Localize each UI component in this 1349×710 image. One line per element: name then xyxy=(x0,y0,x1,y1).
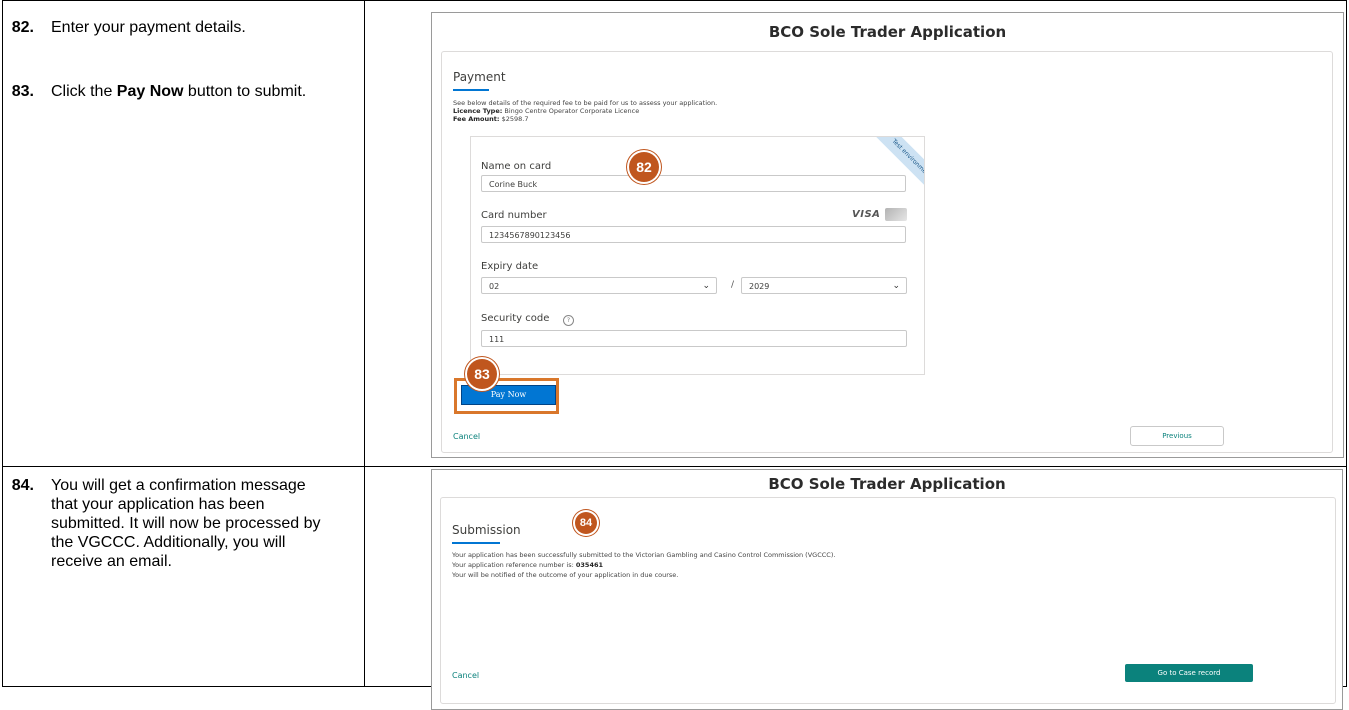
step-text: Enter your payment details. xyxy=(51,19,246,36)
submission-line-2: Your application reference number is: 03… xyxy=(452,561,604,569)
step-83: 83. Click the Pay Now button to submit. xyxy=(3,82,336,101)
go-to-case-record-button[interactable]: Go to Case record xyxy=(1125,664,1253,682)
expiry-year-select[interactable]: 2029 ⌄ xyxy=(741,277,907,294)
step-text: Click the Pay Now button to submit. xyxy=(51,83,307,100)
security-code-label: Security code xyxy=(481,313,550,324)
step-84: 84. You will get a confirmation message … xyxy=(3,476,336,571)
licence-type: Licence Type: Bingo Centre Operator Corp… xyxy=(453,107,640,115)
previous-button[interactable]: Previous xyxy=(1130,426,1224,446)
submission-card: Submission Your application has been suc… xyxy=(440,497,1336,704)
submission-line-3: Your will be notified of the outcome of … xyxy=(452,571,679,579)
expiry-month-select[interactable]: 02 ⌄ xyxy=(481,277,717,294)
submission-screenshot: BCO Sole Trader Application Submission Y… xyxy=(431,469,1343,710)
section-title: Payment xyxy=(453,70,506,84)
payment-screenshot: BCO Sole Trader Application Payment See … xyxy=(431,12,1344,458)
credit-card-icon xyxy=(885,208,907,221)
card-number-input[interactable]: 1234567890123456 xyxy=(481,226,906,243)
app-title: BCO Sole Trader Application xyxy=(768,475,1006,493)
step-number: 82. xyxy=(11,19,34,36)
chevron-down-icon: ⌄ xyxy=(702,281,710,291)
submission-line-1: Your application has been successfully s… xyxy=(452,551,836,559)
section-title: Submission xyxy=(452,523,521,537)
step-badge-83: 83 xyxy=(467,359,497,389)
payment-form: Test environment Name on card Corine Buc… xyxy=(470,136,925,375)
expiry-separator: / xyxy=(731,280,735,290)
expiry-year-value: 2029 xyxy=(749,282,770,291)
section-underline xyxy=(452,542,500,544)
name-on-card-input[interactable]: Corine Buck xyxy=(481,175,906,192)
step-text: You will get a confirmation message that… xyxy=(51,477,321,570)
step-number: 83. xyxy=(11,83,34,100)
expiry-label: Expiry date xyxy=(481,261,539,272)
fee-intro: See below details of the required fee to… xyxy=(453,99,718,107)
card-number-label: Card number xyxy=(481,210,547,221)
section-underline xyxy=(453,89,489,91)
cancel-link[interactable]: Cancel xyxy=(453,432,480,441)
cancel-link[interactable]: Cancel xyxy=(452,671,479,680)
help-circle-icon[interactable]: ? xyxy=(563,315,574,326)
expiry-month-value: 02 xyxy=(489,282,500,291)
fee-amount: Fee Amount: $2598.7 xyxy=(453,115,529,123)
screenshot-cell-2: BCO Sole Trader Application Submission Y… xyxy=(364,466,1347,710)
screenshot-cell-1: BCO Sole Trader Application Payment See … xyxy=(364,0,1347,467)
instructions-cell-1: 82. Enter your payment details. 83. Clic… xyxy=(2,0,365,467)
step-82: 82. Enter your payment details. xyxy=(3,18,336,37)
visa-logo: VISA xyxy=(852,209,881,220)
step-badge-84: 84 xyxy=(575,512,597,534)
name-label: Name on card xyxy=(481,161,552,172)
security-code-input[interactable]: 111 xyxy=(481,330,907,347)
pay-now-button[interactable]: Pay Now xyxy=(461,385,556,405)
instruction-table: 82. Enter your payment details. 83. Clic… xyxy=(2,0,1347,710)
step-number: 84. xyxy=(11,477,34,494)
instructions-cell-2: 84. You will get a confirmation message … xyxy=(2,466,365,687)
payment-card: Payment See below details of the require… xyxy=(441,51,1333,453)
app-title: BCO Sole Trader Application xyxy=(768,23,1007,41)
chevron-down-icon: ⌄ xyxy=(892,281,900,291)
step-badge-82: 82 xyxy=(629,152,659,182)
